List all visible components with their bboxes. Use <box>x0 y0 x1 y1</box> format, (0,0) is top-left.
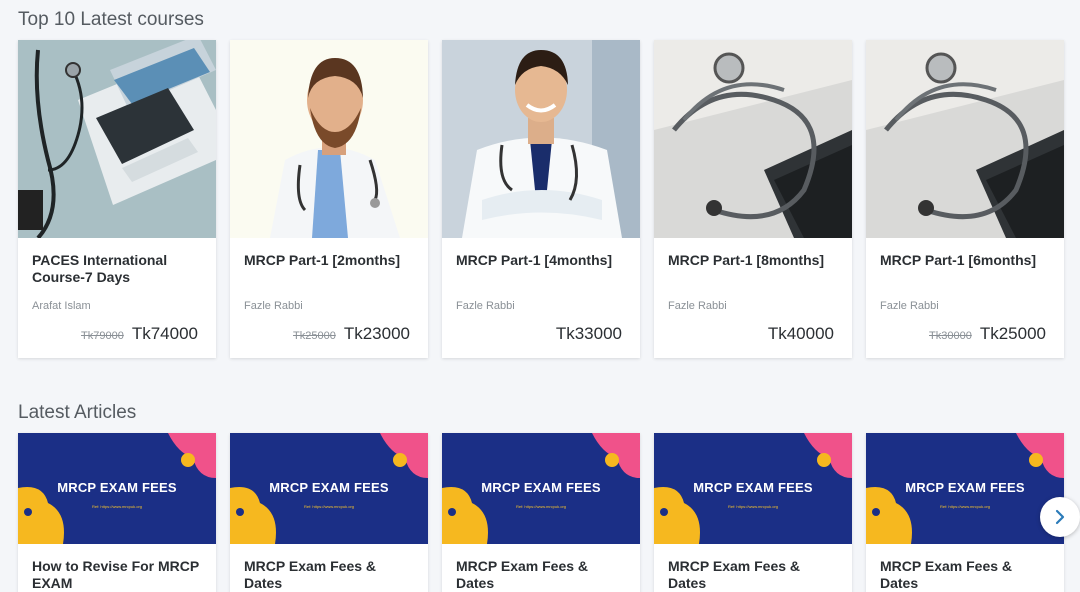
course-card[interactable]: MRCP Part-1 [2months] Fazle Rabbi Tk2500… <box>230 40 428 358</box>
course-title[interactable]: MRCP Part-1 [6months] <box>880 252 1052 269</box>
articles-section-title: Latest Articles <box>18 402 137 423</box>
course-price: Tk40000 <box>760 324 834 344</box>
article-image: MRCP EXAM FEES Ref: https://www.mrcpuk.o… <box>654 433 852 544</box>
course-price: Tk30000 Tk25000 <box>929 324 1046 344</box>
course-image <box>866 40 1064 238</box>
article-image: MRCP EXAM FEES Ref: https://www.mrcpuk.o… <box>230 433 428 544</box>
article-card[interactable]: MRCP EXAM FEES Ref: https://www.mrcpuk.o… <box>230 433 428 592</box>
course-image <box>442 40 640 238</box>
course-image <box>18 40 216 238</box>
courses-section-title: Top 10 Latest courses <box>18 9 204 30</box>
chevron-right-icon <box>1055 509 1065 525</box>
article-image-ref: Ref: https://www.mrcpuk.org <box>939 504 990 509</box>
course-new-price: Tk25000 <box>979 324 1046 343</box>
course-author: Fazle Rabbi <box>668 300 727 312</box>
article-image-heading: MRCP EXAM FEES <box>693 480 813 495</box>
course-title[interactable]: MRCP Part-1 [2months] <box>244 252 416 269</box>
course-author: Fazle Rabbi <box>456 300 515 312</box>
article-title[interactable]: MRCP Exam Fees & Dates <box>880 558 1052 592</box>
course-price: Tk25000 Tk23000 <box>293 324 410 344</box>
course-old-price: Tk25000 <box>293 330 336 342</box>
course-old-price: Tk30000 <box>929 330 972 342</box>
article-image-heading: MRCP EXAM FEES <box>57 480 177 495</box>
article-image-ref: Ref: https://www.mrcpuk.org <box>515 504 566 509</box>
article-image-heading: MRCP EXAM FEES <box>269 480 389 495</box>
course-new-price: Tk33000 <box>555 324 622 343</box>
article-image: MRCP EXAM FEES Ref: https://www.mrcpuk.o… <box>866 433 1064 544</box>
article-title[interactable]: MRCP Exam Fees & Dates <box>456 558 628 592</box>
course-author: Arafat Islam <box>32 300 91 312</box>
article-image: MRCP EXAM FEES Ref: https://www.mrcpuk.o… <box>18 433 216 544</box>
article-title[interactable]: How to Revise For MRCP EXAM <box>32 558 204 592</box>
article-card[interactable]: MRCP EXAM FEES Ref: https://www.mrcpuk.o… <box>18 433 216 592</box>
article-card[interactable]: MRCP EXAM FEES Ref: https://www.mrcpuk.o… <box>442 433 640 592</box>
course-title[interactable]: PACES International Course-7 Days <box>32 252 204 286</box>
article-image-ref: Ref: https://www.mrcpuk.org <box>727 504 778 509</box>
carousel-next-button[interactable] <box>1040 497 1080 537</box>
course-card[interactable]: MRCP Part-1 [4months] Fazle Rabbi Tk3300… <box>442 40 640 358</box>
article-card[interactable]: MRCP EXAM FEES Ref: https://www.mrcpuk.o… <box>866 433 1064 592</box>
courses-row: PACES International Course-7 Days Arafat… <box>18 40 1064 358</box>
course-old-price: Tk79000 <box>81 330 124 342</box>
course-author: Fazle Rabbi <box>244 300 303 312</box>
course-card[interactable]: PACES International Course-7 Days Arafat… <box>18 40 216 358</box>
course-author: Fazle Rabbi <box>880 300 939 312</box>
article-image-heading: MRCP EXAM FEES <box>905 480 1025 495</box>
course-new-price: Tk23000 <box>343 324 410 343</box>
article-card[interactable]: MRCP EXAM FEES Ref: https://www.mrcpuk.o… <box>654 433 852 592</box>
course-new-price: Tk40000 <box>767 324 834 343</box>
course-image <box>230 40 428 238</box>
course-title[interactable]: MRCP Part-1 [8months] <box>668 252 840 269</box>
course-new-price: Tk74000 <box>131 324 198 343</box>
course-price: Tk79000 Tk74000 <box>81 324 198 344</box>
article-image-ref: Ref: https://www.mrcpuk.org <box>303 504 354 509</box>
article-image-heading: MRCP EXAM FEES <box>481 480 601 495</box>
course-image <box>654 40 852 238</box>
article-image-ref: Ref: https://www.mrcpuk.org <box>91 504 142 509</box>
article-title[interactable]: MRCP Exam Fees & Dates <box>244 558 416 592</box>
course-price: Tk33000 <box>548 324 622 344</box>
article-title[interactable]: MRCP Exam Fees & Dates <box>668 558 840 592</box>
course-title[interactable]: MRCP Part-1 [4months] <box>456 252 628 269</box>
article-image: MRCP EXAM FEES Ref: https://www.mrcpuk.o… <box>442 433 640 544</box>
course-card[interactable]: MRCP Part-1 [6months] Fazle Rabbi Tk3000… <box>866 40 1064 358</box>
course-card[interactable]: MRCP Part-1 [8months] Fazle Rabbi Tk4000… <box>654 40 852 358</box>
articles-row: MRCP EXAM FEES Ref: https://www.mrcpuk.o… <box>18 433 1064 592</box>
